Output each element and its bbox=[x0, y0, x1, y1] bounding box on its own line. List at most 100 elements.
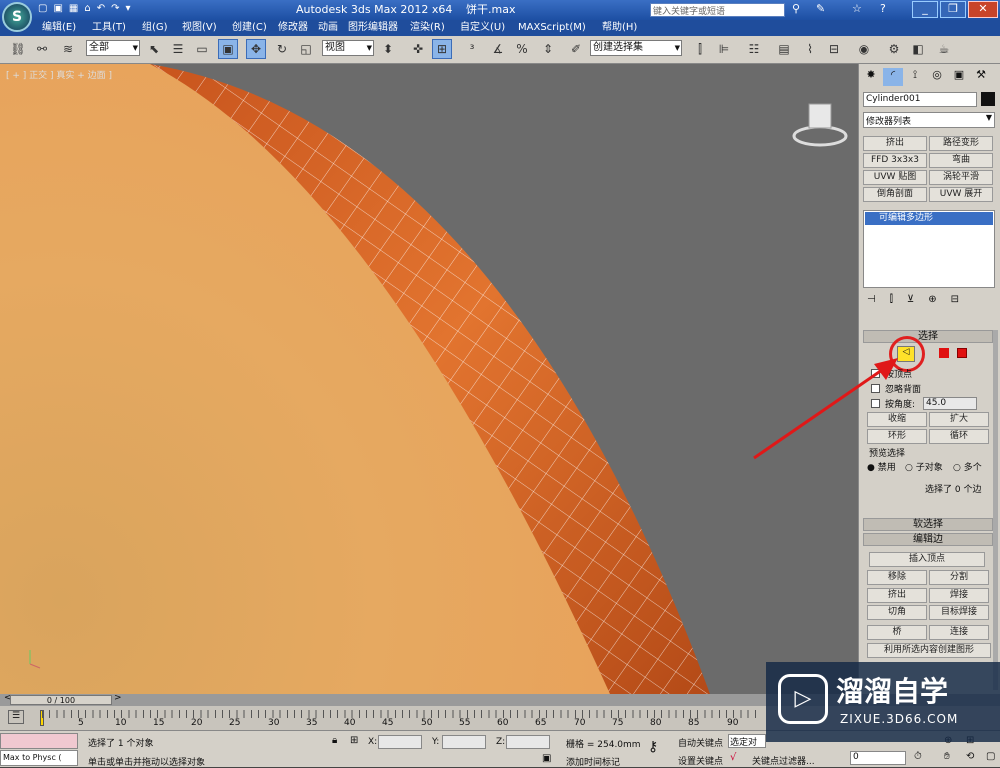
align-icon[interactable]: ⊫ bbox=[714, 39, 734, 59]
mod-btn-bend[interactable]: 弯曲 bbox=[929, 153, 993, 168]
snap-toggle-icon[interactable]: ³ bbox=[462, 39, 482, 59]
rect-selection-icon[interactable]: ▭ bbox=[192, 39, 212, 59]
connect-button[interactable]: 连接 bbox=[929, 625, 989, 640]
minimize-button[interactable]: _ bbox=[912, 1, 938, 18]
menu-rendering[interactable]: 渲染(R) bbox=[410, 21, 445, 35]
selection-filter-dropdown[interactable]: 全部 bbox=[86, 40, 140, 56]
edit-named-selection-icon[interactable]: ✐ bbox=[566, 39, 586, 59]
material-editor-icon[interactable]: ◉ bbox=[854, 39, 874, 59]
render-production-icon[interactable]: ☕ bbox=[934, 39, 954, 59]
time-config-icon[interactable]: ⏱ bbox=[914, 751, 922, 762]
search-input[interactable]: 键入关键字或短语 bbox=[650, 3, 785, 17]
border-mode-icon[interactable] bbox=[939, 348, 949, 358]
target-weld-button[interactable]: 目标焊接 bbox=[929, 605, 989, 620]
preview-multi-radio[interactable]: ○ 多个 bbox=[953, 460, 982, 473]
app-logo-icon[interactable]: S bbox=[2, 2, 32, 32]
rollout-edit-edges-header[interactable]: 编辑边 bbox=[863, 533, 993, 546]
orbit-icon[interactable]: ⟲ bbox=[966, 751, 974, 762]
transform-mode-icon[interactable]: ⊞ bbox=[350, 735, 358, 746]
by-vertex-checkbox[interactable] bbox=[871, 369, 880, 378]
chamfer-button[interactable]: 切角 bbox=[867, 605, 927, 620]
quick-access-icons[interactable]: ▢▣▦⌂↶↷▾ bbox=[38, 3, 136, 14]
trackbar-menu-icon[interactable]: ☰ bbox=[8, 710, 24, 724]
ref-coord-dropdown[interactable]: 视图 bbox=[322, 40, 374, 56]
menu-views[interactable]: 视图(V) bbox=[182, 21, 217, 35]
mod-btn-bevel-profile[interactable]: 倒角剖面 bbox=[863, 187, 927, 202]
x-coord-field[interactable] bbox=[378, 735, 422, 749]
maxscript-input[interactable]: Max to Physc ( bbox=[0, 750, 78, 766]
menu-group[interactable]: 组(G) bbox=[142, 21, 168, 35]
curve-editor-icon[interactable]: ⌇ bbox=[800, 39, 820, 59]
display-tab-icon[interactable]: ▣ bbox=[949, 68, 969, 86]
key-filters-button[interactable]: 关键点过滤器... bbox=[752, 754, 815, 767]
time-slider-thumb[interactable]: 0 / 100 bbox=[10, 695, 112, 705]
menu-maxscript[interactable]: MAXScript(M) bbox=[518, 21, 586, 35]
ring-button[interactable]: 环形 bbox=[867, 429, 927, 444]
maxscript-listener[interactable] bbox=[0, 733, 78, 749]
select-object-icon[interactable]: ⬉ bbox=[144, 39, 164, 59]
help-icon[interactable]: ? bbox=[880, 2, 886, 15]
angle-snap-icon[interactable]: ∡ bbox=[488, 39, 508, 59]
motion-tab-icon[interactable]: ◎ bbox=[927, 68, 947, 86]
unlink-icon[interactable]: ⚯ bbox=[32, 39, 52, 59]
layer-manager-icon[interactable]: ☷ bbox=[744, 39, 764, 59]
maximize-viewport-icon[interactable]: ▢ bbox=[986, 751, 995, 762]
tangent-icon[interactable]: √ bbox=[730, 752, 736, 763]
object-name-field[interactable]: Cylinder001 bbox=[863, 92, 977, 107]
weld-button[interactable]: 焊接 bbox=[929, 588, 989, 603]
schematic-view-icon[interactable]: ⊟ bbox=[824, 39, 844, 59]
utilities-tab-icon[interactable]: ⚒ bbox=[971, 68, 991, 86]
percent-snap-icon[interactable]: % bbox=[512, 39, 532, 59]
menu-graph-editors[interactable]: 图形编辑器 bbox=[348, 21, 398, 35]
star-icon[interactable]: ☆ bbox=[852, 2, 862, 15]
select-by-name-icon[interactable]: ☰ bbox=[168, 39, 188, 59]
mod-btn-ffd[interactable]: FFD 3x3x3 bbox=[863, 153, 927, 168]
menu-help[interactable]: 帮助(H) bbox=[602, 21, 637, 35]
create-tab-icon[interactable]: ✸ bbox=[861, 68, 881, 86]
lock-selection-icon[interactable]: 🔒︎ bbox=[332, 735, 337, 746]
spinner-snap-icon[interactable]: ⇕ bbox=[538, 39, 558, 59]
split-button[interactable]: 分割 bbox=[929, 570, 989, 585]
menu-tools[interactable]: 工具(T) bbox=[92, 21, 126, 35]
ribbon-icon[interactable]: ▤ bbox=[774, 39, 794, 59]
mod-btn-extrude[interactable]: 挤出 bbox=[863, 136, 927, 151]
ignore-backfacing-checkbox[interactable] bbox=[871, 384, 880, 393]
mod-btn-turbosmooth[interactable]: 涡轮平滑 bbox=[929, 170, 993, 185]
time-tag-icon[interactable]: ▣ bbox=[542, 753, 551, 764]
panel-scrollbar[interactable] bbox=[993, 330, 998, 690]
restore-button[interactable]: ❐ bbox=[940, 1, 966, 18]
mod-btn-uvw-map[interactable]: UVW 贴图 bbox=[863, 170, 927, 185]
menu-create[interactable]: 创建(C) bbox=[232, 21, 267, 35]
modifier-list-dropdown[interactable]: 修改器列表 ▼ bbox=[863, 112, 995, 128]
rollout-soft-selection-header[interactable]: 软选择 bbox=[863, 518, 993, 531]
z-coord-field[interactable] bbox=[506, 735, 550, 749]
mirror-icon[interactable]: ⫿ bbox=[690, 39, 710, 59]
render-setup-icon[interactable]: ⚙ bbox=[884, 39, 904, 59]
menu-edit[interactable]: 编辑(E) bbox=[42, 21, 76, 35]
hierarchy-tab-icon[interactable]: ⟟ bbox=[905, 68, 925, 86]
keyboard-shortcut-icon[interactable]: ⊞ bbox=[432, 39, 452, 59]
remove-button[interactable]: 移除 bbox=[867, 570, 927, 585]
menu-modifiers[interactable]: 修改器 bbox=[278, 21, 308, 35]
by-angle-checkbox[interactable] bbox=[871, 399, 880, 408]
angle-spinner[interactable]: 45.0 bbox=[923, 397, 977, 410]
loop-button[interactable]: 循环 bbox=[929, 429, 989, 444]
select-manipulate-icon[interactable]: ✜ bbox=[408, 39, 428, 59]
scale-icon[interactable]: ◱ bbox=[296, 39, 316, 59]
preview-disabled-radio[interactable]: ● 禁用 bbox=[867, 460, 896, 473]
move-icon[interactable]: ✥ bbox=[246, 39, 266, 59]
pivot-center-icon[interactable]: ⬍ bbox=[378, 39, 398, 59]
menu-animation[interactable]: 动画 bbox=[318, 21, 338, 35]
add-time-tag[interactable]: 添加时间标记 bbox=[566, 755, 620, 768]
named-selection-dropdown[interactable]: 创建选择集 bbox=[590, 40, 682, 56]
shrink-button[interactable]: 收缩 bbox=[867, 412, 927, 427]
rollout-selection-header[interactable]: 选择 bbox=[863, 330, 993, 343]
set-key-label[interactable]: 设置关键点 bbox=[678, 754, 723, 767]
mod-btn-unwrap-uvw[interactable]: UVW 展开 bbox=[929, 187, 993, 202]
auto-key-label[interactable]: 自动关键点 bbox=[678, 736, 723, 749]
y-coord-field[interactable] bbox=[442, 735, 486, 749]
tools-icon[interactable]: ✎ bbox=[816, 2, 825, 15]
window-crossing-icon[interactable]: ▣ bbox=[218, 39, 238, 59]
viewport-label[interactable]: [ + ] 正交 ] 真实 + 边面 ] bbox=[6, 68, 112, 81]
grow-button[interactable]: 扩大 bbox=[929, 412, 989, 427]
